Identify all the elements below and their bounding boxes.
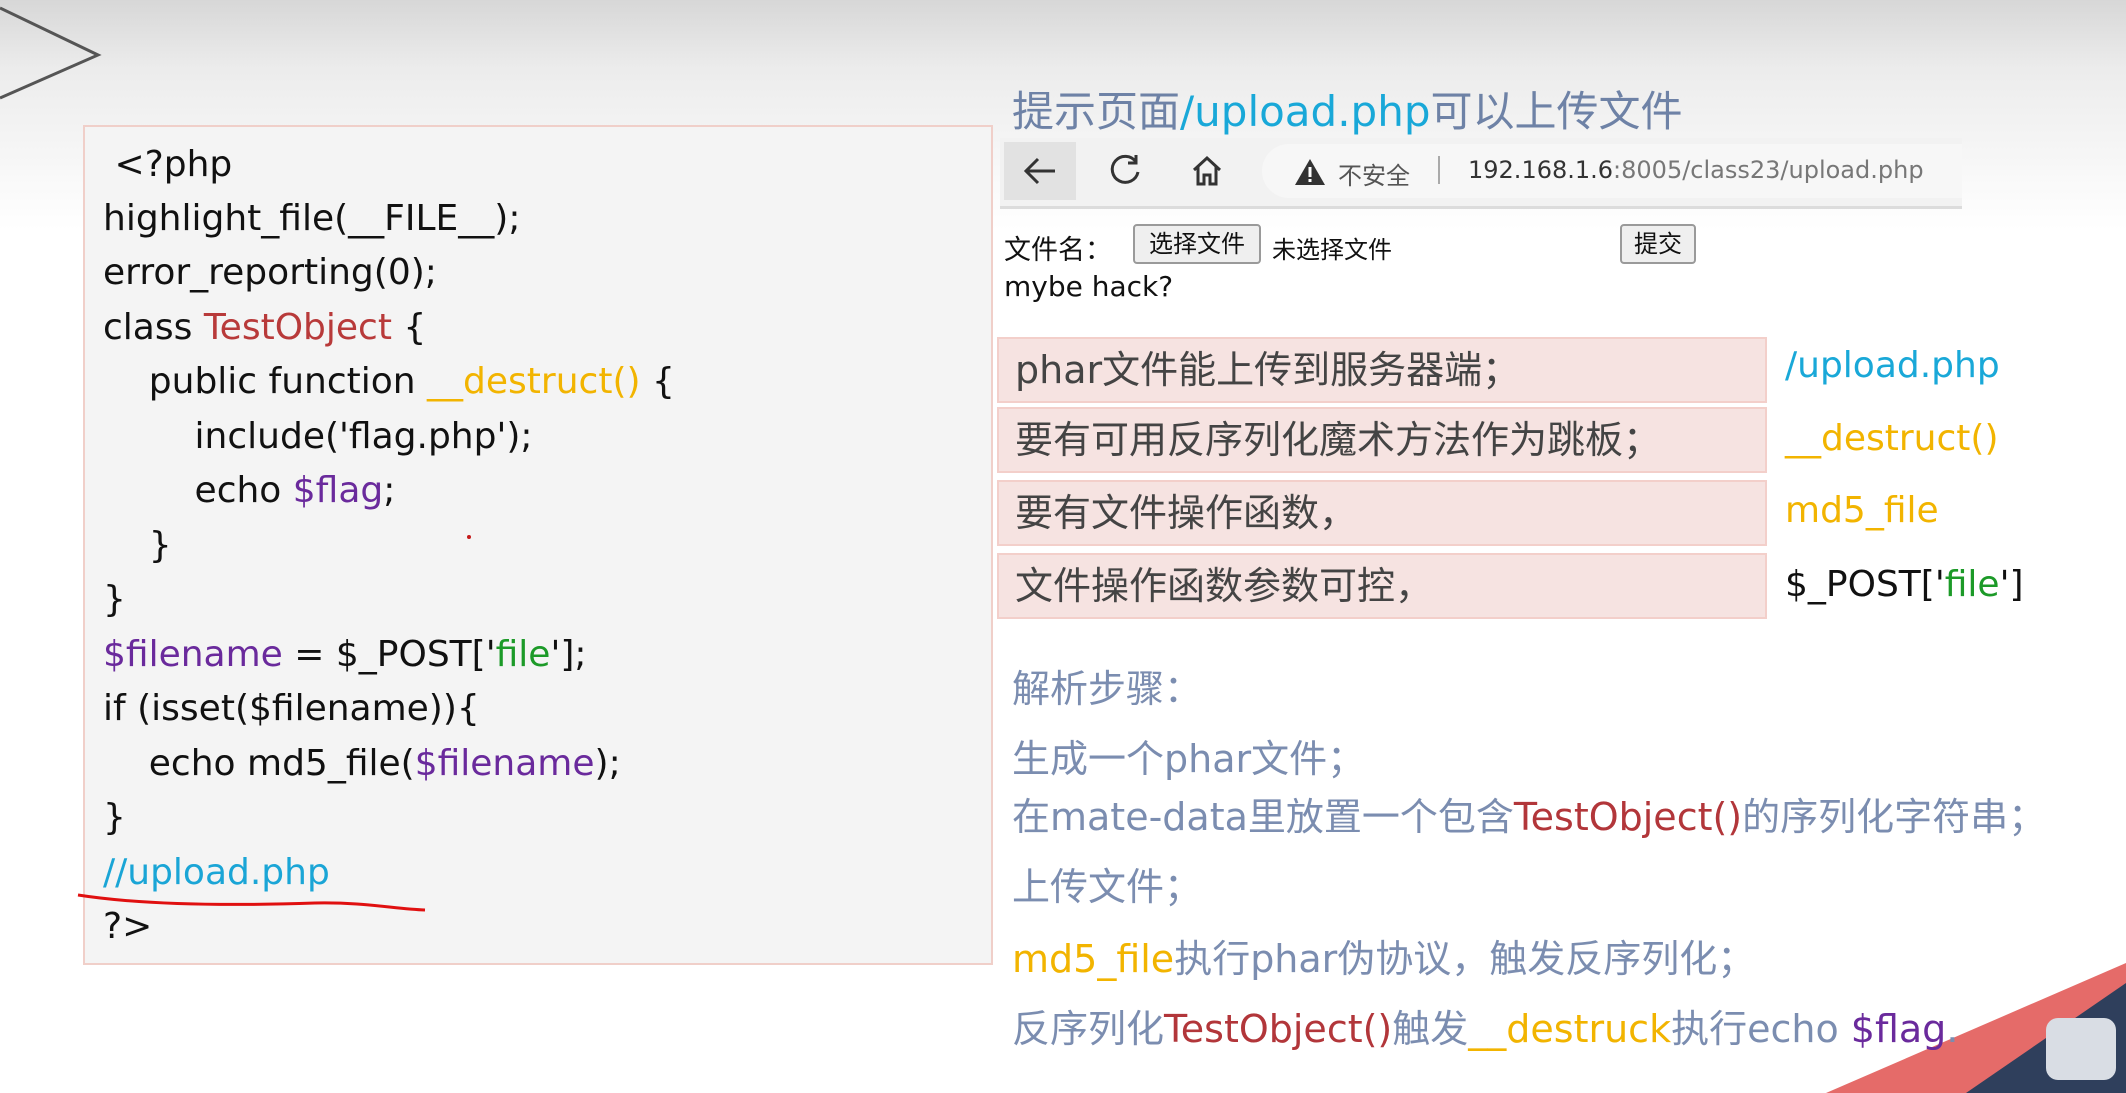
step-item: md5_file执行phar伪协议，触发反序列化； [1012,937,1756,981]
code-line: } [103,525,172,566]
annotation-dot [467,535,471,539]
insecure-label: 不安全 [1338,162,1410,190]
requirement-row: 要有可用反序列化魔术方法作为跳板； [997,407,1767,473]
requirement-value: md5_file [1785,490,1939,531]
submit-button[interactable]: 提交 [1620,224,1696,264]
address-bar[interactable]: 不安全 192.168.1.6:8005/class23/upload.php [1262,144,1962,198]
url-separator [1438,156,1440,184]
requirement-value: __destruct() [1785,418,1999,459]
back-arrow-icon [1023,157,1055,185]
requirement-value: /upload.php [1785,345,2000,386]
code-line: <?php [103,144,233,185]
no-file-chosen-text: 未选择文件 [1272,236,1392,264]
requirement-row: phar文件能上传到服务器端； [997,337,1767,403]
back-button[interactable] [1004,142,1076,200]
requirement-row: 要有文件操作函数， [997,480,1767,546]
code-line: public function __destruct() { [103,361,675,402]
step-item: 生成一个phar文件； [1012,737,1366,781]
response-text: mybe hack? [1004,270,1174,303]
steps-title: 解析步骤： [1012,667,1203,711]
requirement-value: $_POST['file'] [1785,564,2024,605]
code-line: include('flag.php'); [103,416,533,457]
home-icon[interactable] [1190,154,1224,188]
requirement-row: 文件操作函数参数可控， [997,553,1767,619]
code-line: highlight_file(__FILE__); [103,198,521,239]
step-item: 在mate-data里放置一个包含TestObject()的序列化字符串； [1012,795,2047,839]
url-text: 192.168.1.6:8005/class23/upload.php [1468,156,1924,184]
php-code-panel: <?php highlight_file(__FILE__); error_re… [83,125,993,965]
choose-file-button[interactable]: 选择文件 [1133,224,1261,264]
code-line: $filename = $_POST['file']; [103,634,587,675]
step-item: 上传文件； [1012,865,1203,909]
hint-title: 提示页面/upload.php可以上传文件 [1012,87,1683,136]
browser-toolbar: 不安全 192.168.1.6:8005/class23/upload.php [1000,138,1962,209]
code-line: } [103,579,126,620]
filename-label: 文件名： [1004,235,1112,266]
code-line: } [103,797,126,838]
step-item: 反序列化TestObject()触发__destruck执行echo $flag… [1012,1007,1959,1051]
code-line: echo md5_file($filename); [103,743,621,784]
reload-icon[interactable] [1108,154,1142,188]
red-underline-annotation [77,893,426,912]
code-line: if (isset($filename)){ [103,688,480,729]
warning-icon [1295,159,1325,185]
code-line: class TestObject { [103,307,427,348]
code-line: echo $flag; [103,470,396,511]
code-line: error_reporting(0); [103,252,437,293]
slide-arrow-decoration [0,6,102,100]
